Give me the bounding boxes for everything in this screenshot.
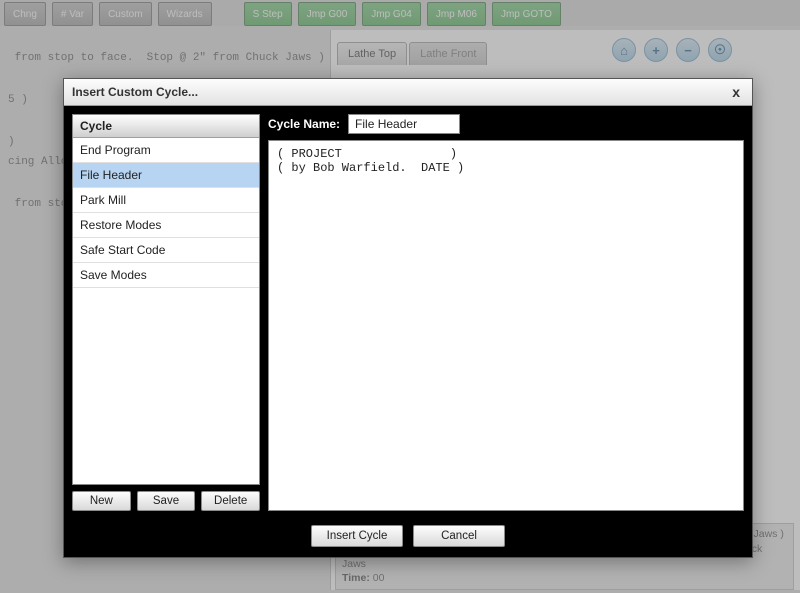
tb-jmp-m06[interactable]: Jmp M06 [427, 2, 486, 26]
cycle-list: Cycle End ProgramFile HeaderPark MillRes… [72, 114, 260, 485]
cycle-list-item[interactable]: Save Modes [73, 263, 259, 288]
zoom-home-icon[interactable]: ⌂ [612, 38, 636, 62]
close-icon[interactable]: x [728, 84, 744, 100]
cancel-button[interactable]: Cancel [413, 525, 505, 547]
tab-lathe-top[interactable]: Lathe Top [337, 42, 407, 65]
tb-jmp-g04[interactable]: Jmp G04 [362, 2, 421, 26]
insert-custom-cycle-dialog: Insert Custom Cycle... x Cycle End Progr… [63, 78, 753, 558]
cycle-list-item[interactable]: Park Mill [73, 188, 259, 213]
tb-custom[interactable]: Custom [99, 2, 151, 26]
zoom-fit-icon[interactable]: ☉ [708, 38, 732, 62]
dialog-title: Insert Custom Cycle... [72, 85, 198, 99]
tb-jmp-goto[interactable]: Jmp GOTO [492, 2, 561, 26]
cycle-list-item[interactable]: Restore Modes [73, 213, 259, 238]
cycle-list-item[interactable]: File Header [73, 163, 259, 188]
tb-var[interactable]: # Var [52, 2, 93, 26]
cycle-preview[interactable]: ( PROJECT ) ( by Bob Warfield. DATE ) [268, 140, 744, 511]
cycle-list-item[interactable]: Safe Start Code [73, 238, 259, 263]
main-toolbar: Chng # Var Custom Wizards S Step Jmp G00… [0, 0, 800, 26]
tab-lathe-front[interactable]: Lathe Front [409, 42, 487, 65]
cycle-list-header: Cycle [73, 115, 259, 138]
delete-button[interactable]: Delete [201, 491, 260, 511]
zoom-in-icon[interactable]: + [644, 38, 668, 62]
view-tabs: Lathe Top Lathe Front [337, 42, 487, 65]
status-time-label: Time: [342, 572, 370, 584]
tb-chng[interactable]: Chng [4, 2, 46, 26]
insert-cycle-button[interactable]: Insert Cycle [311, 525, 403, 547]
new-button[interactable]: New [72, 491, 131, 511]
cycle-list-item[interactable]: End Program [73, 138, 259, 163]
save-button[interactable]: Save [137, 491, 196, 511]
status-time-text: 00 [373, 572, 385, 584]
tb-jmp-g00[interactable]: Jmp G00 [298, 2, 357, 26]
zoom-toolbar: ⌂ + − ☉ [612, 38, 732, 62]
tb-wizards[interactable]: Wizards [158, 2, 212, 26]
dialog-titlebar: Insert Custom Cycle... x [64, 79, 752, 106]
tb-sstep[interactable]: S Step [244, 2, 292, 26]
cycle-name-input[interactable] [348, 114, 460, 134]
zoom-out-icon[interactable]: − [676, 38, 700, 62]
cycle-name-label: Cycle Name: [268, 117, 340, 131]
